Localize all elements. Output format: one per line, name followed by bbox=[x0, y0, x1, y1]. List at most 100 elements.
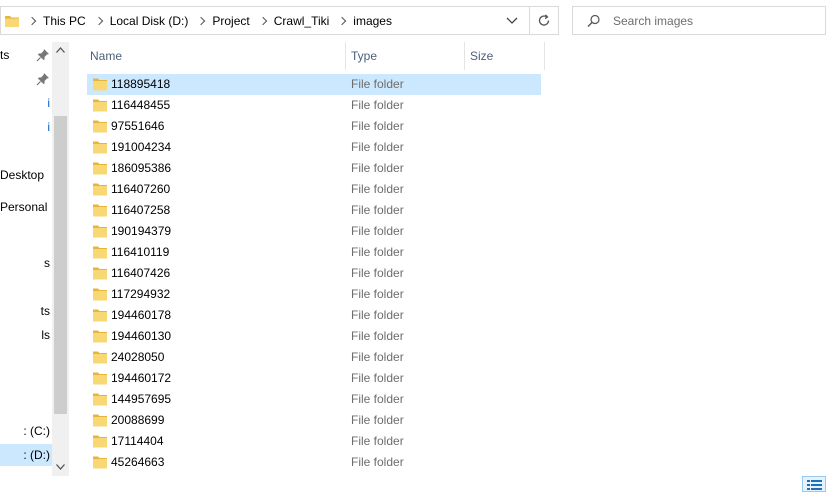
address-bar[interactable]: This PC Local Disk (D:) Project Crawl_Tiki i… bbox=[0, 6, 530, 35]
column-header-name[interactable]: Name bbox=[70, 42, 345, 70]
search-box[interactable] bbox=[572, 6, 826, 35]
file-row[interactable]: 191004234 File folder bbox=[87, 137, 541, 158]
file-name: 186095386 bbox=[111, 161, 172, 175]
file-row[interactable]: 45264663 File folder bbox=[87, 452, 541, 473]
breadcrumb-item[interactable]: Crawl_Tiki bbox=[274, 14, 330, 28]
file-row[interactable]: 194460178 File folder bbox=[87, 305, 541, 326]
nav-item[interactable]: ts bbox=[0, 300, 52, 322]
pin-icon bbox=[36, 73, 49, 86]
nav-item-label: : (C:) bbox=[23, 424, 50, 438]
file-row[interactable]: 116407426 File folder bbox=[87, 263, 541, 284]
nav-item[interactable]: ls bbox=[0, 324, 52, 346]
folder-icon bbox=[93, 183, 107, 196]
nav-item[interactable] bbox=[0, 68, 52, 90]
file-row[interactable]: 116410119 File folder bbox=[87, 242, 541, 263]
chevron-up-icon bbox=[56, 47, 65, 53]
nav-item[interactable]: : (D:) bbox=[0, 444, 52, 466]
file-type: File folder bbox=[351, 182, 404, 196]
file-type: File folder bbox=[351, 119, 404, 133]
file-type: File folder bbox=[351, 308, 404, 322]
nav-scrollbar[interactable] bbox=[52, 42, 69, 476]
folder-icon bbox=[93, 309, 107, 322]
file-type: File folder bbox=[351, 455, 404, 469]
nav-item[interactable]: : (C:) bbox=[0, 420, 52, 442]
folder-icon bbox=[93, 246, 107, 259]
file-name: 116410119 bbox=[111, 245, 170, 259]
scroll-down-button[interactable] bbox=[52, 459, 69, 476]
column-divider[interactable] bbox=[544, 42, 545, 70]
nav-item[interactable]: i bbox=[0, 92, 52, 114]
folder-icon bbox=[93, 372, 107, 385]
file-type: File folder bbox=[351, 203, 404, 217]
refresh-icon bbox=[538, 14, 550, 26]
nav-item-label: i bbox=[47, 96, 50, 110]
file-row[interactable]: 194460172 File folder bbox=[87, 368, 541, 389]
nav-item-label: Desktop bbox=[0, 168, 45, 182]
folder-icon bbox=[93, 162, 107, 175]
file-row[interactable]: 97551646 File folder bbox=[87, 116, 541, 137]
file-type: File folder bbox=[351, 77, 404, 91]
nav-item[interactable]: Desktop bbox=[0, 164, 52, 186]
search-input[interactable] bbox=[613, 11, 813, 31]
details-view-button[interactable] bbox=[802, 476, 826, 492]
file-name: 116407258 bbox=[111, 203, 171, 217]
folder-icon bbox=[93, 393, 107, 406]
file-row[interactable]: 190194379 File folder bbox=[87, 221, 541, 242]
file-row[interactable]: 17114404 File folder bbox=[87, 431, 541, 452]
file-type: File folder bbox=[351, 350, 404, 364]
scroll-up-button[interactable] bbox=[52, 42, 69, 59]
pin-icon bbox=[36, 49, 49, 62]
file-name: 24028050 bbox=[111, 350, 165, 364]
refresh-button[interactable] bbox=[530, 6, 559, 35]
file-name: 116448455 bbox=[111, 98, 171, 112]
file-row[interactable]: 116407258 File folder bbox=[87, 200, 541, 221]
breadcrumb-item[interactable]: images bbox=[353, 14, 392, 28]
nav-item[interactable]: i bbox=[0, 116, 52, 138]
chevron-right-icon[interactable] bbox=[338, 16, 347, 25]
file-name: 191004234 bbox=[111, 140, 172, 154]
file-type: File folder bbox=[351, 371, 404, 385]
file-name: 116407260 bbox=[111, 182, 171, 196]
file-type: File folder bbox=[351, 413, 404, 427]
navigation-pane: ts i i Desktop Personal s ts ls : (C:) : (D:) bbox=[0, 42, 69, 476]
file-row[interactable]: 116407260 File folder bbox=[87, 179, 541, 200]
file-row[interactable]: 24028050 File folder bbox=[87, 347, 541, 368]
nav-item[interactable]: Personal bbox=[0, 196, 52, 218]
file-type: File folder bbox=[351, 245, 404, 259]
file-type: File folder bbox=[351, 98, 404, 112]
chevron-right-icon[interactable] bbox=[27, 16, 37, 25]
scroll-thumb[interactable] bbox=[54, 116, 67, 414]
folder-icon bbox=[93, 456, 107, 469]
folder-icon bbox=[93, 351, 107, 364]
file-name: 194460130 bbox=[111, 329, 172, 343]
file-name: 20088699 bbox=[111, 413, 165, 427]
breadcrumb-item[interactable]: Project bbox=[212, 14, 249, 28]
file-row[interactable]: 194460130 File folder bbox=[87, 326, 541, 347]
file-row[interactable]: 118895418 File folder bbox=[87, 74, 541, 95]
folder-icon bbox=[93, 330, 107, 343]
chevron-right-icon[interactable] bbox=[258, 16, 267, 25]
column-header-size[interactable]: Size bbox=[450, 42, 544, 70]
nav-item[interactable]: ts bbox=[0, 44, 52, 66]
column-header-type[interactable]: Type bbox=[331, 42, 465, 70]
chevron-right-icon[interactable] bbox=[94, 16, 103, 25]
chevron-right-icon[interactable] bbox=[197, 16, 206, 25]
file-row[interactable]: 144957695 File folder bbox=[87, 389, 541, 410]
nav-item-label: i bbox=[47, 120, 50, 134]
nav-item-label: Personal bbox=[0, 200, 48, 214]
breadcrumb-item[interactable]: Local Disk (D:) bbox=[110, 14, 189, 28]
file-type: File folder bbox=[351, 140, 404, 154]
nav-item[interactable]: s bbox=[0, 252, 52, 274]
file-list: Name Type Size 118895418 File folder 11644… bbox=[70, 42, 826, 492]
file-row[interactable]: 117294932 File folder bbox=[87, 284, 541, 305]
file-row[interactable]: 20088699 File folder bbox=[87, 410, 541, 431]
file-type: File folder bbox=[351, 161, 404, 175]
file-row[interactable]: 186095386 File folder bbox=[87, 158, 541, 179]
file-type: File folder bbox=[351, 329, 404, 343]
details-view-icon bbox=[807, 480, 822, 490]
file-name: 116407426 bbox=[111, 266, 171, 280]
nav-item-label: ls bbox=[41, 328, 50, 342]
breadcrumb-item[interactable]: This PC bbox=[43, 14, 86, 28]
chevron-down-icon[interactable] bbox=[504, 15, 520, 27]
file-row[interactable]: 116448455 File folder bbox=[87, 95, 541, 116]
